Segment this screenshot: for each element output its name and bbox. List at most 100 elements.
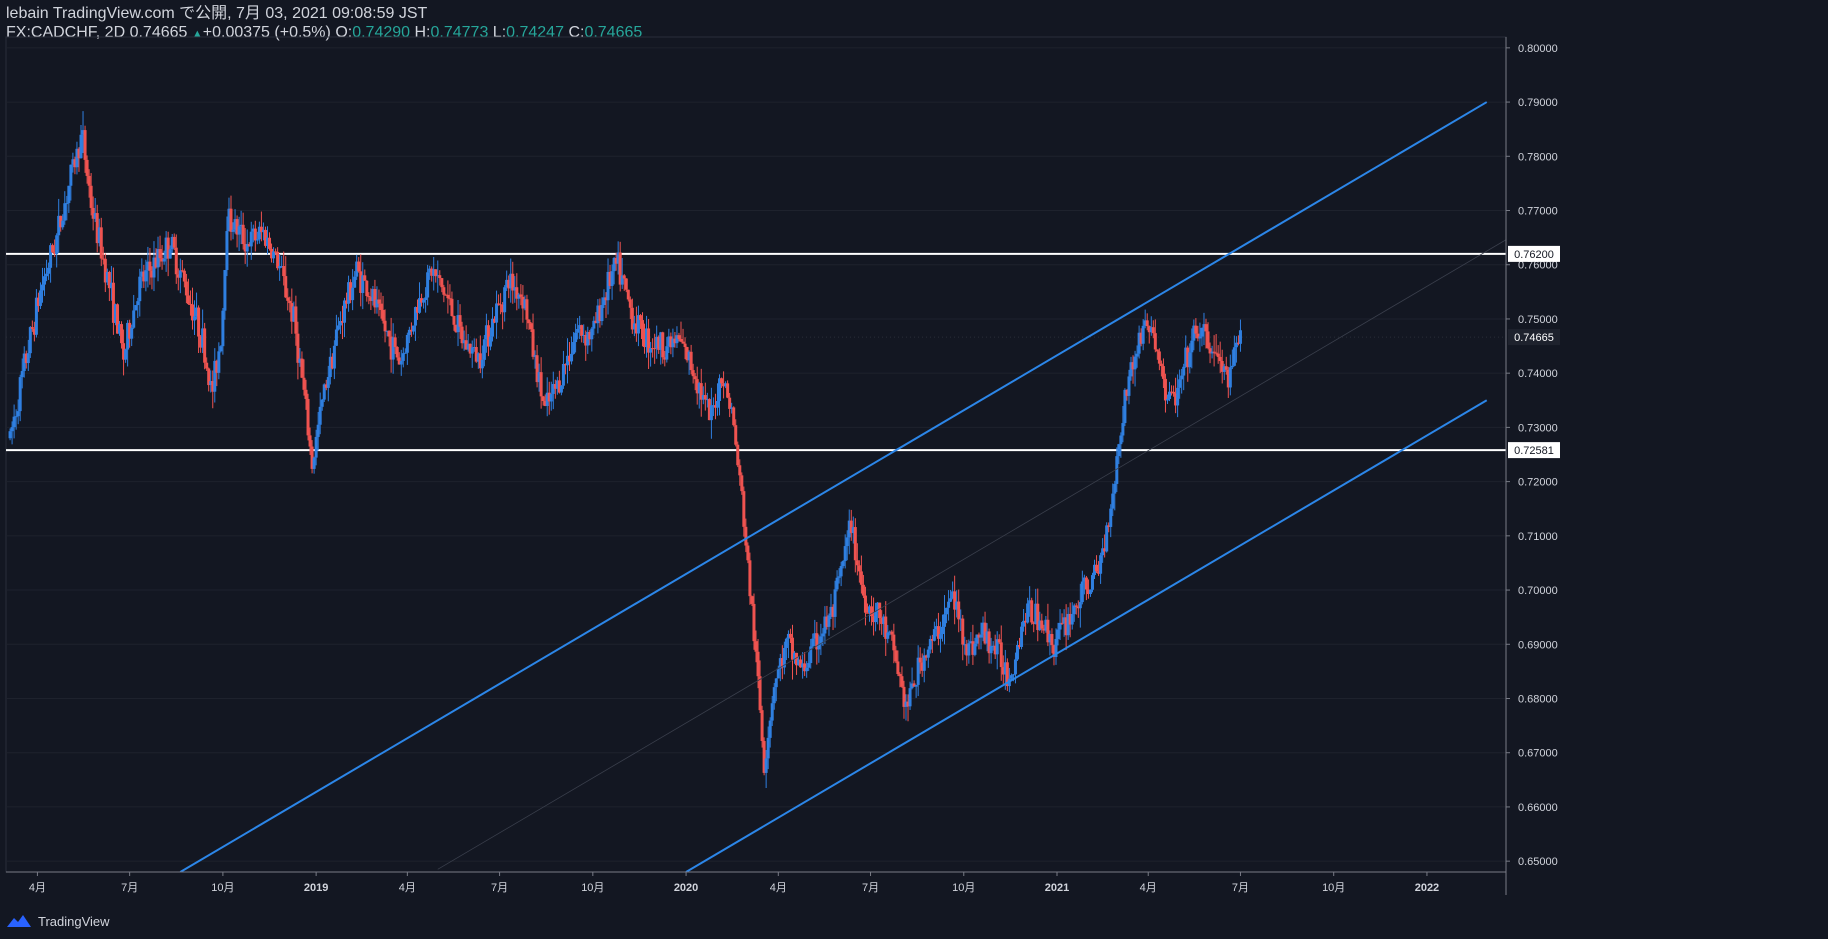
candle-body (1228, 367, 1232, 388)
candle-body (182, 270, 186, 282)
candle-body (1168, 391, 1172, 400)
price-chart[interactable]: 0.800000.790000.780000.770000.760000.750… (0, 0, 1828, 939)
candle (699, 368, 703, 417)
candle-body (525, 299, 529, 320)
candle-body (691, 370, 695, 377)
candle-body (837, 576, 841, 578)
candle-body (892, 634, 896, 651)
candle-body (401, 353, 405, 361)
candle (709, 387, 713, 439)
candle-body (1133, 356, 1137, 370)
candle (450, 291, 454, 317)
candle-body (38, 290, 42, 306)
candle-body (1153, 333, 1157, 350)
candle (503, 285, 507, 322)
candle-body (807, 663, 811, 668)
candle-body (1180, 375, 1184, 380)
candle-body (1088, 589, 1092, 595)
candle-body (241, 224, 245, 245)
x-tick-label: 7月 (1232, 882, 1249, 894)
candle (878, 602, 882, 631)
candle-body (720, 378, 724, 384)
candle-body (320, 399, 324, 407)
candle-body (677, 335, 681, 339)
x-tick-label: 10月 (1322, 882, 1345, 894)
x-tick-label: 7月 (121, 882, 138, 894)
candle-body (40, 284, 44, 291)
candle-body (312, 457, 316, 469)
candle-body (26, 353, 30, 364)
candle-body (839, 566, 843, 577)
candle-body (570, 353, 574, 362)
candle-body (997, 639, 1001, 643)
candle (586, 326, 590, 354)
candle-body (766, 737, 770, 759)
candle-body (734, 425, 738, 445)
x-tick-label: 7月 (862, 882, 879, 894)
candle-body (411, 325, 415, 332)
candle (914, 684, 918, 698)
candle (647, 319, 651, 369)
candle-body (703, 395, 707, 400)
candle-body (1090, 575, 1094, 590)
candle-body (1151, 327, 1155, 334)
candle-body (351, 287, 355, 301)
candle (835, 570, 839, 592)
candle-body (624, 278, 628, 290)
candle-body (387, 330, 391, 337)
candle-body (715, 400, 719, 408)
channel-line-lower (685, 399, 1488, 872)
y-tick-label: 0.70000 (1518, 585, 1558, 597)
candle-body (1198, 336, 1202, 339)
candle-body (363, 275, 367, 281)
candle-body (1214, 352, 1218, 354)
candle (1084, 575, 1088, 601)
candle-body (184, 281, 188, 296)
y-tick-label: 0.73000 (1518, 422, 1558, 434)
level-price-label: 0.76200 (1514, 249, 1554, 261)
candle-body (8, 431, 12, 439)
candle-body (314, 436, 318, 458)
candle-body (14, 416, 18, 418)
x-tick-label: 10月 (952, 882, 975, 894)
candle (490, 307, 494, 342)
candle-body (772, 687, 776, 704)
candle-body (947, 601, 951, 608)
candle-body (732, 407, 736, 426)
candle (351, 269, 355, 311)
candle-body (610, 271, 614, 286)
candle-body (442, 287, 446, 295)
candle (916, 645, 920, 697)
candle (559, 385, 563, 396)
candle-body (989, 646, 993, 654)
candle-body (859, 571, 863, 585)
candle (55, 233, 59, 268)
candle-body (45, 273, 49, 277)
x-tick-label: 4月 (770, 882, 787, 894)
candle (1216, 345, 1220, 364)
candle-body (304, 389, 308, 399)
candle-body (130, 327, 134, 339)
y-tick-label: 0.66000 (1518, 802, 1558, 814)
candle (636, 305, 640, 347)
x-tick-label: 10月 (211, 882, 234, 894)
candle-body (590, 328, 594, 340)
candle-body (193, 316, 197, 321)
candle (551, 371, 555, 410)
candle-body (945, 607, 949, 615)
candle (943, 595, 947, 645)
candle (1232, 335, 1236, 367)
candle-body (973, 643, 977, 655)
y-tick-label: 0.72000 (1518, 477, 1558, 489)
candle-body (231, 229, 235, 232)
y-tick-label: 0.65000 (1518, 856, 1558, 868)
candle-body (249, 231, 253, 247)
candle-body (811, 638, 815, 647)
candle-body (748, 560, 752, 597)
candle-body (334, 329, 338, 346)
y-tick-label: 0.68000 (1518, 693, 1558, 705)
candle (590, 326, 594, 352)
candle-body (255, 239, 259, 241)
candle-body (326, 377, 330, 388)
candle-body (738, 465, 742, 476)
